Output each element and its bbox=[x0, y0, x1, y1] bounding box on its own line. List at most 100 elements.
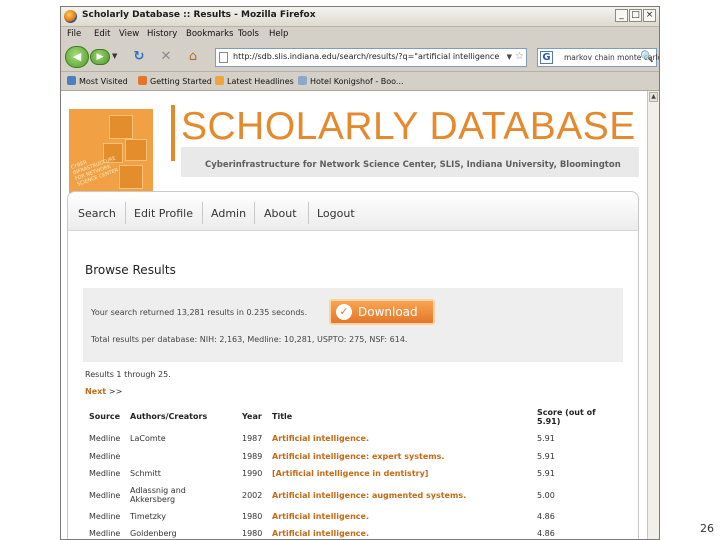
cell-year: 1980 bbox=[242, 529, 263, 538]
page-icon bbox=[298, 76, 307, 85]
cell-source: Medline bbox=[89, 469, 121, 478]
table-row: Medline Goldenberg 1980 Artificial intel… bbox=[61, 529, 647, 539]
results-range: Results 1 through 25. bbox=[85, 370, 171, 379]
nav-divider bbox=[125, 202, 126, 224]
bookmark-star-icon[interactable]: ☆ bbox=[515, 51, 524, 62]
title-bar: Scholarly Database :: Results - Mozilla … bbox=[61, 7, 659, 27]
next-page-link[interactable]: Next >> bbox=[85, 387, 122, 396]
table-row: Medline Timetzky 1980 Artificial intelli… bbox=[61, 512, 647, 530]
site-subtitle: Cyberinfrastructure for Network Science … bbox=[205, 160, 621, 170]
cell-source: Medline bbox=[89, 434, 121, 443]
cell-title-link[interactable]: Artificial intelligence: augmented syste… bbox=[272, 491, 466, 500]
browser-window: Scholarly Database :: Results - Mozilla … bbox=[60, 6, 660, 540]
scroll-up-icon[interactable]: ▲ bbox=[649, 92, 658, 102]
column-header-year[interactable]: Year bbox=[242, 412, 262, 421]
cell-score: 4.86 bbox=[537, 529, 555, 538]
table-row: Medline Adlassnig and Akkersberg 2002 Ar… bbox=[61, 486, 647, 510]
search-icon[interactable]: 🔍 bbox=[640, 50, 654, 63]
nav-about[interactable]: About bbox=[264, 207, 297, 220]
bookmark-getting-started[interactable]: Getting Started bbox=[138, 76, 212, 86]
menu-history[interactable]: History bbox=[147, 29, 177, 39]
reload-icon[interactable]: ↻ bbox=[131, 49, 147, 65]
history-dropdown-icon[interactable]: ▼ bbox=[112, 52, 117, 60]
menu-help[interactable]: Help bbox=[269, 29, 288, 39]
bookmark-latest-headlines[interactable]: Latest Headlines bbox=[215, 76, 294, 86]
cell-source: Medline bbox=[89, 491, 121, 500]
navigation-toolbar: ◀ ▶ ▼ ↻ ✕ ⌂ http://sdb.slis.indiana.edu/… bbox=[61, 44, 659, 72]
next-label[interactable]: Next bbox=[85, 387, 106, 396]
forward-button[interactable]: ▶ bbox=[90, 49, 110, 65]
bookmark-label: Most Visited bbox=[79, 77, 128, 86]
maximize-button[interactable]: □ bbox=[629, 9, 642, 22]
table-row: Medline LaComte 1987 Artificial intellig… bbox=[61, 434, 647, 452]
cell-source: Medline bbox=[89, 512, 121, 521]
menu-file[interactable]: File bbox=[67, 29, 81, 39]
table-row: Medline Schmitt 1990 [Artificial intelli… bbox=[61, 469, 647, 487]
slide-number: 26 bbox=[700, 522, 714, 535]
url-dropdown-icon[interactable]: ▼ bbox=[507, 53, 512, 61]
cell-title-link[interactable]: Artificial intelligence. bbox=[272, 512, 369, 521]
column-header-score[interactable]: Score (out of 5.91) bbox=[537, 408, 607, 426]
page-heading: Browse Results bbox=[85, 263, 176, 277]
menu-bar: File Edit View History Bookmarks Tools H… bbox=[61, 27, 659, 43]
nav-divider bbox=[308, 202, 309, 224]
url-bar[interactable]: http://sdb.slis.indiana.edu/search/resul… bbox=[215, 48, 527, 67]
menu-edit[interactable]: Edit bbox=[94, 29, 110, 39]
nav-search[interactable]: Search bbox=[78, 207, 116, 220]
nav-divider bbox=[254, 202, 255, 224]
cell-year: 1980 bbox=[242, 512, 263, 521]
cell-score: 5.91 bbox=[537, 434, 555, 443]
rss-icon bbox=[215, 76, 224, 85]
bookmark-label: Getting Started bbox=[150, 77, 212, 86]
url-text[interactable]: http://sdb.slis.indiana.edu/search/resul… bbox=[233, 52, 499, 61]
download-label: Download bbox=[358, 305, 418, 319]
cell-source: Medline bbox=[89, 452, 121, 461]
cell-title-link[interactable]: Artificial intelligence. bbox=[272, 529, 369, 538]
cell-year: 2002 bbox=[242, 491, 263, 500]
cell-score: 5.91 bbox=[537, 452, 555, 461]
bookmark-label: Hotel Konigshof - Boo... bbox=[310, 77, 404, 86]
vertical-scrollbar[interactable]: ▲ bbox=[647, 91, 659, 539]
cell-score: 5.00 bbox=[537, 491, 555, 500]
column-header-title[interactable]: Title bbox=[272, 412, 292, 421]
nav-edit-profile[interactable]: Edit Profile bbox=[134, 207, 193, 220]
home-icon[interactable]: ⌂ bbox=[185, 49, 201, 65]
menu-tools[interactable]: Tools bbox=[238, 29, 259, 39]
site-title: SCHOLARLY DATABASE bbox=[181, 105, 636, 148]
firefox-icon bbox=[64, 10, 77, 23]
cns-logo: CYBER INFRASTRUCTURE FOR NETWORK SCIENCE… bbox=[69, 109, 153, 193]
cell-authors: Goldenberg bbox=[130, 529, 177, 538]
cell-score: 4.86 bbox=[537, 512, 555, 521]
cell-title-link[interactable]: [Artificial intelligence in dentistry] bbox=[272, 469, 428, 478]
cell-year: 1990 bbox=[242, 469, 263, 478]
cell-title-link[interactable]: Artificial intelligence. bbox=[272, 434, 369, 443]
cell-authors: Schmitt bbox=[130, 469, 161, 478]
cell-title-link[interactable]: Artificial intelligence: expert systems. bbox=[272, 452, 444, 461]
menu-view[interactable]: View bbox=[119, 29, 139, 39]
cell-year: 1989 bbox=[242, 452, 263, 461]
column-header-authors[interactable]: Authors/Creators bbox=[130, 412, 207, 421]
bookmark-folder-icon bbox=[67, 76, 76, 85]
menu-bookmarks[interactable]: Bookmarks bbox=[186, 29, 234, 39]
google-icon[interactable]: G bbox=[540, 51, 553, 64]
logo-tile bbox=[119, 165, 143, 189]
close-button[interactable]: × bbox=[643, 9, 656, 22]
column-header-source[interactable]: Source bbox=[89, 412, 120, 421]
back-button[interactable]: ◀ bbox=[65, 46, 89, 68]
download-button[interactable]: ✓ Download bbox=[329, 299, 435, 325]
cell-authors: Timetzky bbox=[130, 512, 166, 521]
logo-tile bbox=[125, 139, 147, 161]
nav-admin[interactable]: Admin bbox=[211, 207, 246, 220]
bookmark-most-visited[interactable]: Most Visited bbox=[67, 76, 128, 86]
next-arrows[interactable]: >> bbox=[109, 387, 122, 396]
logo-tile bbox=[109, 115, 133, 139]
cell-authors: LaComte bbox=[130, 434, 166, 443]
search-input[interactable]: G markov chain monte carlo 🔍 bbox=[537, 48, 659, 67]
window-title: Scholarly Database :: Results - Mozilla … bbox=[82, 10, 316, 20]
nav-logout[interactable]: Logout bbox=[317, 207, 355, 220]
bookmarks-toolbar: Most Visited Getting Started Latest Head… bbox=[61, 72, 659, 91]
minimize-button[interactable]: _ bbox=[615, 9, 628, 22]
bookmark-hotel[interactable]: Hotel Konigshof - Boo... bbox=[298, 76, 404, 86]
nav-divider bbox=[202, 202, 203, 224]
stop-icon[interactable]: ✕ bbox=[158, 49, 174, 65]
